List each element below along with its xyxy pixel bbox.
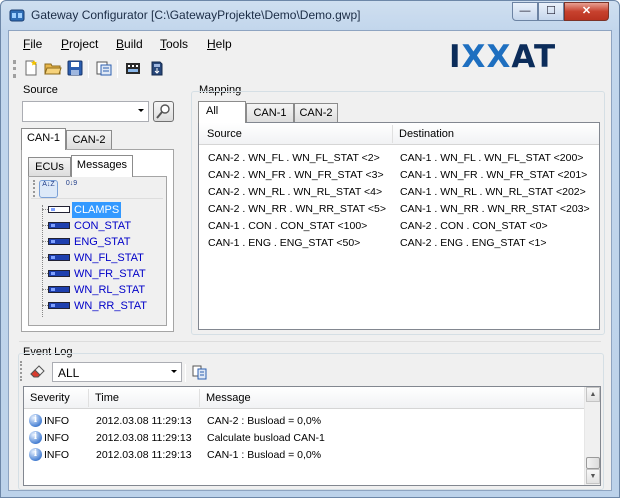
menu-tools[interactable]: Tools bbox=[160, 37, 188, 51]
scroll-thumb[interactable] bbox=[586, 457, 600, 469]
tab-can-2[interactable]: CAN-2 bbox=[66, 130, 112, 150]
scroll-up-icon[interactable]: ▲ bbox=[586, 387, 600, 402]
menu-help[interactable]: Help bbox=[207, 37, 232, 51]
app-window: Gateway Configurator [C:\GatewayProjekte… bbox=[0, 0, 620, 498]
tab-mapping-can-2[interactable]: CAN-2 bbox=[294, 103, 338, 123]
info-icon: i bbox=[29, 448, 42, 461]
message-item-wn-rr-stat[interactable]: WN_RR_STAT bbox=[74, 298, 147, 314]
message-icon bbox=[48, 286, 70, 293]
scroll-down-icon[interactable]: ▼ bbox=[586, 469, 600, 484]
app-icon bbox=[9, 9, 25, 22]
maximize-button[interactable]: ☐ bbox=[538, 2, 564, 21]
sort-numeric-button[interactable]: 0↓9 bbox=[62, 180, 81, 198]
info-icon: i bbox=[29, 414, 42, 427]
tab-ecus[interactable]: ECUs bbox=[28, 157, 71, 177]
tab-messages[interactable]: Messages bbox=[71, 155, 133, 177]
minimize-button[interactable]: — bbox=[512, 2, 538, 21]
menu-file[interactable]: File bbox=[23, 37, 42, 51]
copy-icon[interactable] bbox=[191, 364, 208, 381]
message-item-eng-stat[interactable]: ENG_STAT bbox=[74, 234, 130, 250]
save-disk-icon[interactable] bbox=[66, 59, 84, 77]
client-area: File Project Build Tools Help IXXAT Sour… bbox=[8, 30, 612, 491]
message-icon bbox=[48, 222, 70, 229]
source-combo[interactable] bbox=[22, 101, 149, 122]
column-header-source[interactable]: Source bbox=[207, 123, 242, 145]
download-icon[interactable] bbox=[148, 59, 166, 77]
message-item-con-stat[interactable]: CON_STAT bbox=[74, 218, 131, 234]
message-icon bbox=[48, 254, 70, 261]
window-title: Gateway Configurator [C:\GatewayProjekte… bbox=[31, 8, 361, 22]
open-folder-icon[interactable] bbox=[44, 59, 62, 77]
close-button[interactable]: ✕ bbox=[564, 2, 609, 21]
search-button[interactable] bbox=[153, 101, 174, 122]
search-icon bbox=[156, 104, 170, 119]
menu-project[interactable]: Project bbox=[61, 37, 98, 51]
tab-can-1[interactable]: CAN-1 bbox=[21, 128, 66, 150]
tab-all[interactable]: All bbox=[198, 101, 246, 123]
message-item-clamps[interactable]: CLAMPS bbox=[72, 202, 122, 218]
sort-toolbar: A↓Z 0↓9 bbox=[31, 179, 163, 199]
sort-alpha-button[interactable]: A↓Z bbox=[39, 180, 58, 198]
message-icon bbox=[48, 238, 70, 245]
export-icon[interactable] bbox=[95, 59, 113, 77]
menu-build[interactable]: Build bbox=[116, 37, 143, 51]
message-icon bbox=[48, 270, 70, 277]
toolbar bbox=[9, 56, 309, 82]
new-document-icon[interactable] bbox=[22, 59, 40, 77]
message-item-wn-fr-stat[interactable]: WN_FR_STAT bbox=[74, 266, 146, 282]
source-panel: ECUs Messages A↓Z 0↓9 CLAMPS CON_STAT EN… bbox=[21, 149, 174, 332]
info-icon: i bbox=[29, 431, 42, 444]
event-log-table: Severity Time Message i INFO 2012.03.08 … bbox=[23, 386, 601, 486]
eraser-icon[interactable] bbox=[29, 363, 47, 379]
chevron-down-icon bbox=[171, 370, 177, 373]
message-icon bbox=[48, 302, 70, 309]
tab-mapping-can-1[interactable]: CAN-1 bbox=[246, 103, 294, 123]
compile-icon[interactable] bbox=[124, 59, 142, 77]
chevron-down-icon bbox=[138, 109, 144, 112]
message-item-wn-fl-stat[interactable]: WN_FL_STAT bbox=[74, 250, 144, 266]
column-header-message[interactable]: Message bbox=[206, 387, 251, 409]
messages-panel: A↓Z 0↓9 CLAMPS CON_STAT ENG_STAT WN_FL_S… bbox=[28, 176, 167, 326]
ixxat-logo: IXXAT bbox=[449, 39, 557, 75]
title-bar: Gateway Configurator [C:\GatewayProjekte… bbox=[1, 1, 619, 29]
source-label: Source bbox=[23, 84, 58, 96]
message-icon bbox=[48, 206, 70, 213]
column-header-destination[interactable]: Destination bbox=[399, 123, 454, 145]
column-header-time[interactable]: Time bbox=[95, 387, 119, 409]
message-item-wn-rl-stat[interactable]: WN_RL_STAT bbox=[74, 282, 145, 298]
column-header-severity[interactable]: Severity bbox=[30, 387, 70, 409]
mapping-table: Source Destination CAN-2 . WN_FL . WN_FL… bbox=[198, 122, 600, 330]
splitter[interactable] bbox=[19, 341, 601, 343]
log-scrollbar[interactable]: ▲ ▼ bbox=[584, 387, 600, 485]
log-filter-combo[interactable]: ALL bbox=[52, 362, 182, 382]
